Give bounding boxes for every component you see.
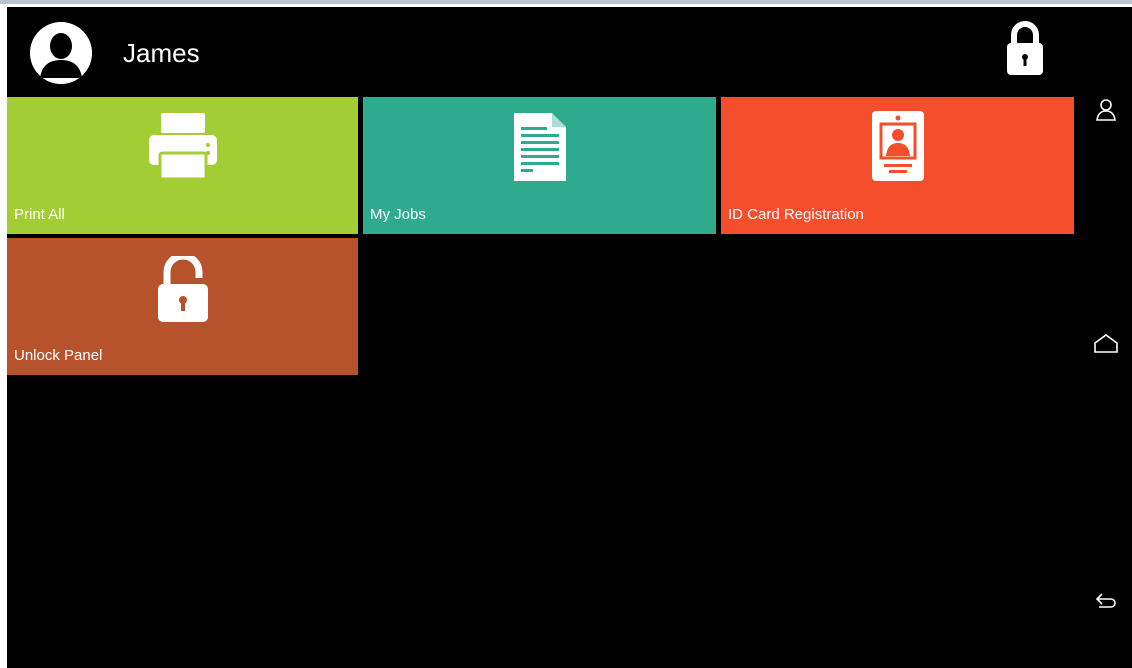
- user-name: James: [123, 38, 200, 68]
- printer-icon: [149, 113, 217, 184]
- user-outline-icon[interactable]: [1093, 97, 1119, 123]
- unlock-icon: [156, 252, 210, 327]
- user-avatar-icon[interactable]: [30, 22, 92, 84]
- tile-my-jobs[interactable]: My Jobs: [363, 97, 716, 234]
- back-arrow-icon[interactable]: [1093, 587, 1119, 613]
- document-icon: [514, 113, 566, 186]
- tile-label: Print All: [14, 206, 65, 223]
- tile-print-all[interactable]: Print All: [7, 97, 358, 234]
- window-top-border: [0, 0, 1132, 4]
- tile-label: Unlock Panel: [14, 347, 103, 364]
- lock-icon[interactable]: [1005, 21, 1045, 75]
- tile-label: ID Card Registration: [728, 206, 864, 223]
- home-outline-icon[interactable]: [1093, 331, 1119, 357]
- tile-unlock-panel[interactable]: Unlock Panel: [7, 238, 358, 375]
- tile-id-card-registration[interactable]: ID Card Registration: [721, 97, 1074, 234]
- terminal-screen: James Print All My Jobs ID Card Registra…: [7, 7, 1132, 668]
- tile-label: My Jobs: [370, 206, 426, 223]
- id-card-icon: [872, 111, 924, 186]
